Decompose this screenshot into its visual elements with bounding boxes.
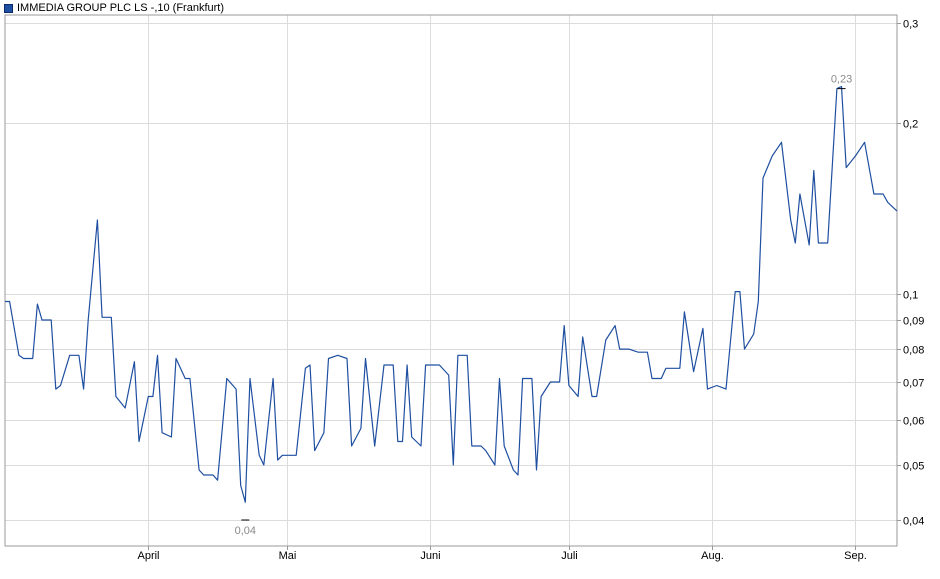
x-tick-label: Aug. — [701, 550, 724, 562]
annotations: 0,04 0,23 — [235, 74, 853, 537]
x-tick-label: Juni — [420, 550, 440, 562]
y-axis: 0,3 0,2 0,1 0,09 0,08 0,07 0,06 0,05 0,04 — [897, 19, 924, 528]
low-label: 0,04 — [235, 525, 256, 537]
y-tick-label: 0,06 — [903, 416, 924, 428]
y-tick-label: 0,3 — [903, 19, 918, 31]
x-tick-label: Sep. — [844, 550, 867, 562]
y-tick-label: 0,04 — [903, 516, 924, 528]
grid — [5, 15, 897, 546]
plot-frame — [4, 14, 898, 547]
y-tick-label: 0,07 — [903, 378, 924, 390]
x-tick-label: April — [137, 550, 159, 562]
price-chart: 0,3 0,2 0,1 0,09 0,08 0,07 0,06 0,05 0,04 April M… — [4, 14, 924, 562]
y-tick-label: 0,08 — [903, 345, 924, 357]
x-tick-label: Mai — [279, 550, 297, 562]
y-tick-label: 0,2 — [903, 119, 918, 131]
y-tick-label: 0,09 — [903, 316, 924, 328]
x-tick-label: Juli — [561, 550, 578, 562]
high-label: 0,23 — [831, 74, 852, 86]
x-axis: April Mai Juni Juli Aug. Sep. — [137, 546, 867, 562]
y-tick-label: 0,05 — [903, 461, 924, 473]
y-tick-label: 0,1 — [903, 290, 918, 302]
